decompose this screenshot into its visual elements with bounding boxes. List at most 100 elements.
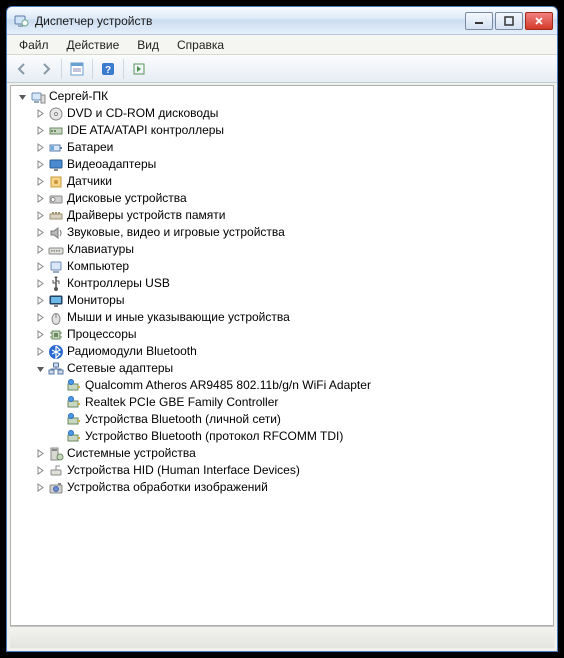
expand-icon[interactable] [33,464,47,478]
tree-category-node[interactable]: Радиомодули Bluetooth [15,343,553,360]
tree-category-node[interactable]: Сетевые адаптеры [15,360,553,377]
tree-node-label: IDE ATA/ATAPI контроллеры [67,122,224,139]
tree-device-node[interactable]: Realtek PCIe GBE Family Controller [15,394,553,411]
tree-category-node[interactable]: Процессоры [15,326,553,343]
tree-category-node[interactable]: Драйверы устройств памяти [15,207,553,224]
monitor-icon [48,293,64,309]
tree-category-node[interactable]: Дисковые устройства [15,190,553,207]
expand-icon[interactable] [33,141,47,155]
tree-category-node[interactable]: Мыши и иные указывающие устройства [15,309,553,326]
toolbar: ? [7,55,557,83]
tree-category-node[interactable]: Датчики [15,173,553,190]
tree-category-node[interactable]: Батареи [15,139,553,156]
tree-device-node[interactable]: Qualcomm Atheros AR9485 802.11b/g/n WiFi… [15,377,553,394]
hid-icon [48,463,64,479]
toolbar-separator [92,59,93,79]
properties-button[interactable] [66,58,88,80]
tree-category-node[interactable]: DVD и CD-ROM дисководы [15,105,553,122]
expand-icon[interactable] [33,260,47,274]
tree-node-label: Контроллеры USB [67,275,170,292]
netadapter-icon [66,378,82,394]
toolbar-separator [123,59,124,79]
tree-category-node[interactable]: Звуковые, видео и игровые устройства [15,224,553,241]
forward-button[interactable] [35,58,57,80]
expand-icon[interactable] [33,277,47,291]
tree-category-node[interactable]: Устройства обработки изображений [15,479,553,496]
expand-icon[interactable] [33,175,47,189]
svg-text:?: ? [105,65,111,76]
tree-node-label: Процессоры [67,326,137,343]
usb-icon [48,276,64,292]
expand-icon[interactable] [33,107,47,121]
device-manager-window: Диспетчер устройств Файл Действие Вид Сп… [6,6,558,652]
tree-node-label: Системные устройства [67,445,196,462]
status-bar [10,626,554,648]
expand-icon[interactable] [33,192,47,206]
netadapter-icon [66,412,82,428]
expand-icon[interactable] [33,328,47,342]
expand-icon[interactable] [33,294,47,308]
expander-blank [51,430,65,444]
tree-category-node[interactable]: Компьютер [15,258,553,275]
menu-action[interactable]: Действие [59,37,128,53]
titlebar[interactable]: Диспетчер устройств [7,7,557,35]
battery-icon [48,140,64,156]
expand-icon[interactable] [33,226,47,240]
expand-icon[interactable] [33,124,47,138]
tree-node-label: Клавиатуры [67,241,134,258]
expand-icon[interactable] [33,311,47,325]
window-title: Диспетчер устройств [35,14,459,28]
expand-icon[interactable] [33,158,47,172]
tree-node-label: Звуковые, видео и игровые устройства [67,224,285,241]
scan-button[interactable] [128,58,150,80]
device-tree[interactable]: Сергей-ПКDVD и CD-ROM дисководыIDE ATA/A… [10,85,554,626]
close-button[interactable] [525,12,553,30]
expander-blank [51,379,65,393]
back-button[interactable] [11,58,33,80]
tree-category-node[interactable]: Устройства HID (Human Interface Devices) [15,462,553,479]
expand-icon[interactable] [33,243,47,257]
tree-node-label: DVD и CD-ROM дисководы [67,105,218,122]
expander-blank [51,396,65,410]
menu-view[interactable]: Вид [129,37,167,53]
imaging-icon [48,480,64,496]
tree-category-node[interactable]: Видеоадаптеры [15,156,553,173]
tree-category-node[interactable]: Мониторы [15,292,553,309]
expand-icon[interactable] [33,345,47,359]
tree-node-label: Драйверы устройств памяти [67,207,225,224]
maximize-button[interactable] [495,12,523,30]
tree-device-node[interactable]: Устройства Bluetooth (личной сети) [15,411,553,428]
help-button[interactable]: ? [97,58,119,80]
tree-node-label: Сергей-ПК [49,88,108,105]
sensor-icon [48,174,64,190]
tree-node-label: Видеоадаптеры [67,156,156,173]
computer-icon [30,89,46,105]
netadapter-icon [66,429,82,445]
tree-node-label: Устройства Bluetooth (личной сети) [85,411,281,428]
collapse-icon[interactable] [33,362,47,376]
tree-node-label: Устройство Bluetooth (протокол RFCOMM TD… [85,428,343,445]
tree-node-label: Устройства обработки изображений [67,479,268,496]
tree-device-node[interactable]: Устройство Bluetooth (протокол RFCOMM TD… [15,428,553,445]
tree-node-label: Мониторы [67,292,124,309]
keyboard-icon [48,242,64,258]
menu-help[interactable]: Справка [169,37,232,53]
memdrv-icon [48,208,64,224]
tree-node-label: Радиомодули Bluetooth [67,343,197,360]
cpu-icon [48,327,64,343]
tree-node-label: Дисковые устройства [67,190,187,207]
expand-icon[interactable] [33,481,47,495]
tree-category-node[interactable]: Контроллеры USB [15,275,553,292]
tree-root-node[interactable]: Сергей-ПК [15,88,553,105]
menu-file[interactable]: Файл [11,37,57,53]
bluetooth-icon [48,344,64,360]
expand-icon[interactable] [33,447,47,461]
minimize-button[interactable] [465,12,493,30]
hdd-icon [48,191,64,207]
disc-icon [48,106,64,122]
collapse-icon[interactable] [15,90,29,104]
tree-category-node[interactable]: IDE ATA/ATAPI контроллеры [15,122,553,139]
expand-icon[interactable] [33,209,47,223]
tree-category-node[interactable]: Системные устройства [15,445,553,462]
tree-category-node[interactable]: Клавиатуры [15,241,553,258]
